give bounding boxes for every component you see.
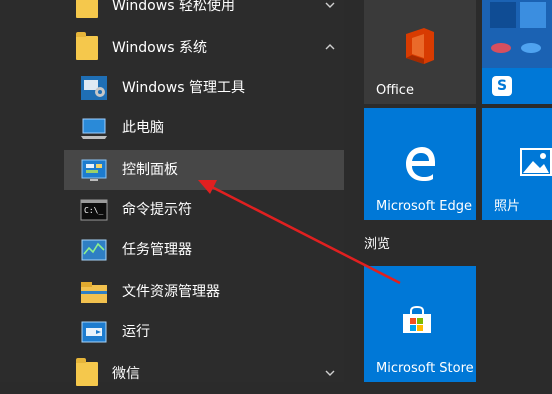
annotation-arrow	[198, 180, 401, 285]
